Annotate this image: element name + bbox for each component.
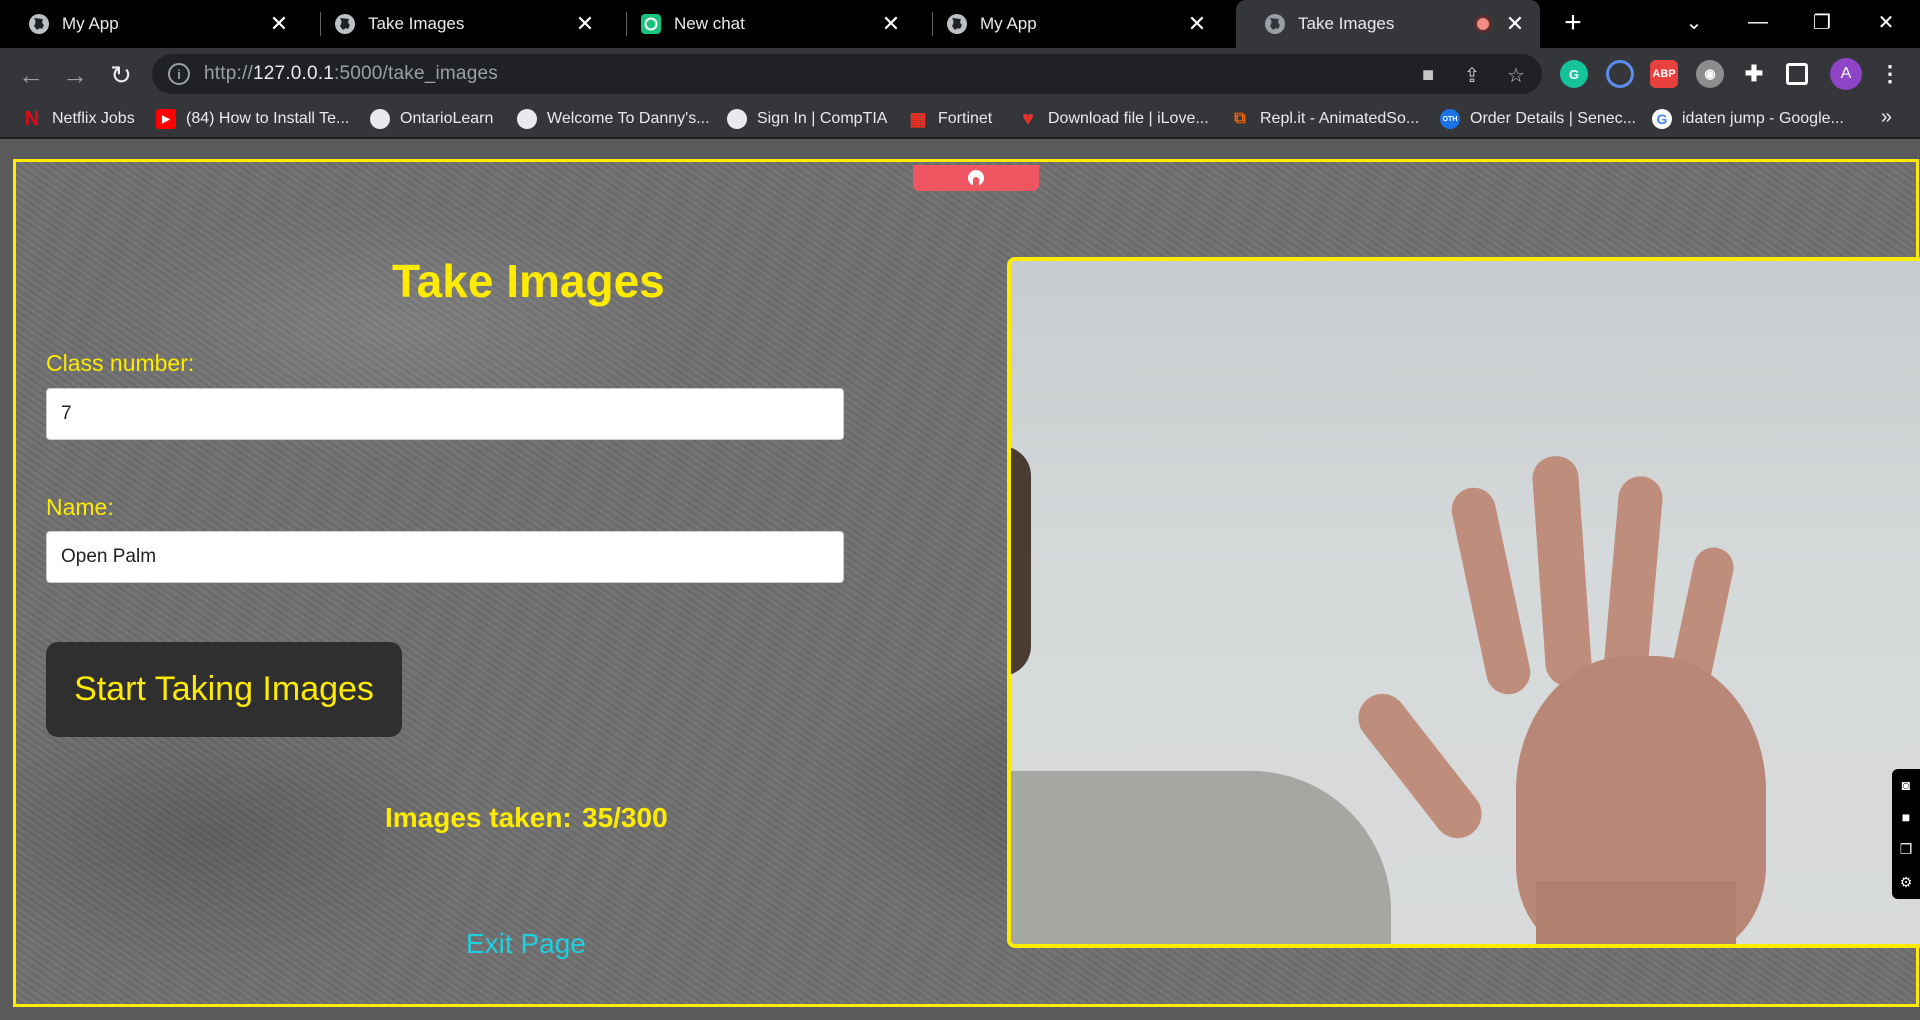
name-input[interactable] xyxy=(46,531,844,583)
webcam-feed xyxy=(1007,257,1920,948)
bookmark-fortinet[interactable]: ▦ Fortinet xyxy=(908,108,992,130)
replit-icon: ⧉ xyxy=(1234,110,1246,127)
globe-icon xyxy=(28,13,50,35)
bookmark-netflix-jobs[interactable]: N Netflix Jobs xyxy=(22,108,135,130)
class-number-label: Class number: xyxy=(46,350,195,376)
bookmark-comptia[interactable]: Sign In | CompTIA xyxy=(727,108,887,130)
restore-button[interactable]: ❐ xyxy=(1792,0,1852,44)
tab-title: My App xyxy=(62,14,119,33)
minimize-button[interactable]: — xyxy=(1728,0,1788,44)
images-taken-count: 35/300 xyxy=(582,802,668,833)
browser-toolbar: ← → ↻ i http://127.0.0.1:5000/take_image… xyxy=(0,48,1920,100)
hand-thumb-shape xyxy=(1348,684,1492,848)
bookmark-ilovepdf[interactable]: ♥ Download file | iLove... xyxy=(1018,108,1209,130)
bookmark-dannys[interactable]: Welcome To Danny's... xyxy=(517,108,710,130)
camera-icon[interactable]: ◙ xyxy=(1902,777,1910,793)
forward-arrow-icon[interactable]: → xyxy=(58,58,92,92)
tab-take-images-active[interactable]: Take Images ✕ xyxy=(1236,0,1540,48)
content-frame: Take Images Class number: Name: Start Ta… xyxy=(13,159,1920,1007)
reload-icon[interactable]: ↻ xyxy=(104,58,138,92)
window-capture-icon[interactable]: ❐ xyxy=(1900,841,1913,858)
bookmark-youtube[interactable]: ▶ (84) How to Install Te... xyxy=(156,108,349,130)
hand-finger-shape xyxy=(1447,483,1535,699)
globe-icon xyxy=(517,109,537,129)
bookmark-star-icon[interactable]: ☆ xyxy=(1504,63,1528,87)
capture-tools-panel: ◙ ■ ❐ ⚙ xyxy=(1892,769,1920,899)
oth-icon: OTH xyxy=(1440,109,1460,129)
bookmark-google[interactable]: Gidaten jump - Google... xyxy=(1652,108,1844,130)
profile-avatar[interactable]: A xyxy=(1830,58,1862,90)
page-viewport: Take Images Class number: Name: Start Ta… xyxy=(0,139,1920,1020)
vpn-extension-icon[interactable] xyxy=(1606,60,1634,88)
menu-dots-icon[interactable]: ⋮ xyxy=(1876,60,1904,88)
person-shirt-shape xyxy=(1011,771,1391,944)
youtube-icon: ▶ xyxy=(156,109,176,129)
more-bookmarks-icon[interactable]: » xyxy=(1881,106,1892,129)
google-icon: G xyxy=(1652,109,1672,129)
fortinet-icon: ▦ xyxy=(909,108,927,129)
camera-in-use-icon[interactable]: ■ xyxy=(1416,63,1440,87)
close-window-button[interactable]: ✕ xyxy=(1856,0,1916,44)
eyes-extension-icon[interactable]: ◉ xyxy=(1696,60,1724,88)
tab-title: New chat xyxy=(674,14,745,33)
tab-new-chat[interactable]: New chat ✕ xyxy=(612,0,916,48)
exit-page-link[interactable]: Exit Page xyxy=(466,928,586,960)
new-tab-button[interactable]: + xyxy=(1556,6,1590,40)
hand-wrist-shape xyxy=(1536,881,1736,944)
video-camera-icon[interactable]: ■ xyxy=(1902,809,1910,825)
bookmark-seneca[interactable]: OTH Order Details | Senec... xyxy=(1440,108,1636,130)
address-bar[interactable]: i http://127.0.0.1:5000/take_images ■ ⇪ … xyxy=(152,54,1542,94)
adblock-icon[interactable]: ABP xyxy=(1650,60,1678,88)
globe-icon xyxy=(334,13,356,35)
grammarly-icon[interactable]: G xyxy=(1560,60,1588,88)
globe-icon xyxy=(727,109,747,129)
bookmark-replit[interactable]: ⧉ Repl.it - AnimatedSo... xyxy=(1230,108,1419,130)
settings-gear-icon[interactable]: ⚙ xyxy=(1900,874,1913,891)
recording-indicator-icon xyxy=(1474,15,1492,33)
globe-icon xyxy=(946,13,968,35)
tab-take-images-1[interactable]: Take Images ✕ xyxy=(306,0,610,48)
recorder-logo-icon xyxy=(968,170,984,186)
info-icon[interactable]: i xyxy=(168,63,190,85)
close-icon[interactable]: ✕ xyxy=(570,9,600,39)
chatgpt-icon xyxy=(640,13,662,35)
share-icon[interactable]: ⇪ xyxy=(1460,63,1484,87)
globe-icon xyxy=(370,109,390,129)
close-icon[interactable]: ✕ xyxy=(1182,9,1212,39)
tab-strip: My App ✕ Take Images ✕ New chat ✕ My App… xyxy=(0,0,1920,48)
close-icon[interactable]: ✕ xyxy=(876,9,906,39)
close-icon[interactable]: ✕ xyxy=(264,9,294,39)
bookmarks-bar: N Netflix Jobs ▶ (84) How to Install Te...… xyxy=(0,100,1920,138)
page-title: Take Images xyxy=(392,255,665,307)
extensions-puzzle-icon[interactable]: ✚ xyxy=(1740,60,1768,88)
class-number-input[interactable] xyxy=(46,388,844,440)
tab-title: Take Images xyxy=(368,14,465,33)
side-panel-icon[interactable] xyxy=(1786,63,1808,85)
back-arrow-icon[interactable]: ← xyxy=(14,58,48,92)
heart-icon: ♥ xyxy=(1022,107,1034,130)
tab-search-button[interactable]: ⌄ xyxy=(1664,0,1724,44)
bookmark-ontariolearn[interactable]: OntarioLearn xyxy=(370,108,493,130)
url-text: http://127.0.0.1:5000/take_images xyxy=(204,63,498,84)
tab-title: Take Images xyxy=(1298,14,1395,33)
name-label: Name: xyxy=(46,494,114,520)
start-taking-images-button[interactable]: Start Taking Images xyxy=(46,642,402,737)
images-taken-label: Images taken: xyxy=(385,802,572,833)
close-icon[interactable]: ✕ xyxy=(1500,9,1530,39)
recording-toolbar-pill[interactable] xyxy=(913,165,1039,191)
tab-title: My App xyxy=(980,14,1037,33)
netflix-icon: N xyxy=(24,107,40,130)
person-head-shape xyxy=(1011,446,1031,676)
hand-finger-shape xyxy=(1531,454,1593,688)
tab-my-app-2[interactable]: My App ✕ xyxy=(918,0,1222,48)
tab-my-app-1[interactable]: My App ✕ xyxy=(0,0,304,48)
globe-icon xyxy=(1264,13,1286,35)
